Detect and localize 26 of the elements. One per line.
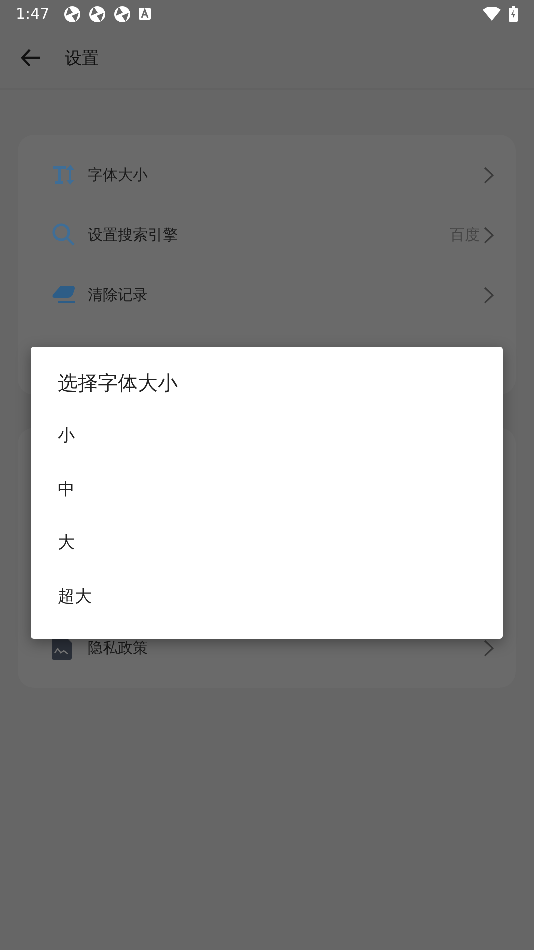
font-size-option[interactable]: 大 (31, 516, 503, 570)
chevron-icon (484, 640, 494, 656)
status-time: 1:47 (16, 5, 50, 23)
font-size-option[interactable]: 小 (31, 409, 503, 462)
app-notification-icon (64, 6, 81, 22)
row-label: 设置搜索引擎 (88, 226, 179, 244)
app-notification-icon (114, 6, 131, 22)
keyboard-notification-icon (138, 8, 151, 20)
search-icon (52, 223, 76, 247)
eraser-icon (52, 285, 76, 305)
app-notification-icon (88, 6, 106, 22)
row-label: 清除记录 (88, 286, 149, 304)
row-label: 隐私政策 (88, 638, 149, 658)
chevron-icon (484, 226, 494, 244)
wifi-icon (483, 7, 501, 21)
battery-icon (509, 6, 518, 22)
back-button[interactable] (20, 47, 42, 69)
chevron-icon (484, 166, 494, 184)
dialog-title: 选择字体大小 (58, 370, 179, 397)
page-title: 设置 (65, 48, 99, 70)
font-size-option[interactable]: 超大 (31, 570, 503, 623)
back-arrow-icon (20, 47, 42, 69)
row-label: 字体大小 (88, 166, 149, 184)
text-size-icon (52, 164, 76, 186)
font-size-option[interactable]: 中 (31, 462, 503, 516)
chevron-icon (484, 286, 494, 304)
